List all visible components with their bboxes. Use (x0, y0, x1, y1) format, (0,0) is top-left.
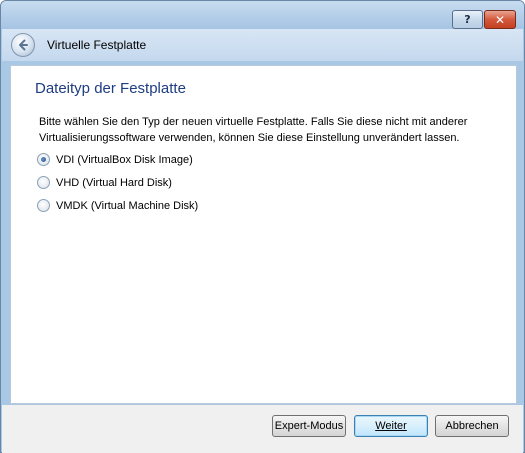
button-bar: Expert-Modus Weiter Abbrechen (2, 405, 523, 453)
expert-mode-button[interactable]: Expert-Modus (272, 415, 346, 437)
page-title: Dateityp der Festplatte (35, 80, 186, 97)
wizard-header: Virtuelle Festplatte (2, 29, 523, 61)
back-button[interactable] (11, 33, 35, 57)
option-vmdk[interactable]: VMDK (Virtual Machine Disk) (37, 199, 198, 212)
option-label: VMDK (Virtual Machine Disk) (56, 199, 199, 212)
next-button-label: Weiter (375, 420, 407, 432)
radio-button-checked[interactable] (37, 153, 50, 166)
close-button[interactable]: ✕ (484, 10, 516, 29)
wizard-page: Dateityp der Festplatte Bitte wählen Sie… (10, 65, 517, 404)
help-button[interactable]: ? (452, 10, 483, 29)
header-title: Virtuelle Festplatte (47, 38, 147, 52)
title-bar[interactable]: ? ✕ (1, 1, 524, 29)
back-arrow-icon (19, 39, 28, 51)
radio-button[interactable] (37, 199, 50, 212)
option-label: VDI (VirtualBox Disk Image) (56, 153, 193, 166)
option-label: VHD (Virtual Hard Disk) (56, 176, 172, 189)
wizard-window: ? ✕ Virtuelle Festplatte Dateityp der Fe… (0, 0, 525, 453)
page-description: Bitte wählen Sie den Typ der neuen virtu… (39, 116, 468, 144)
radio-button[interactable] (37, 176, 50, 189)
option-vhd[interactable]: VHD (Virtual Hard Disk) (37, 176, 172, 189)
cancel-button[interactable]: Abbrechen (435, 415, 509, 437)
next-button[interactable]: Weiter (354, 415, 428, 437)
option-vdi[interactable]: VDI (VirtualBox Disk Image) (37, 153, 193, 166)
